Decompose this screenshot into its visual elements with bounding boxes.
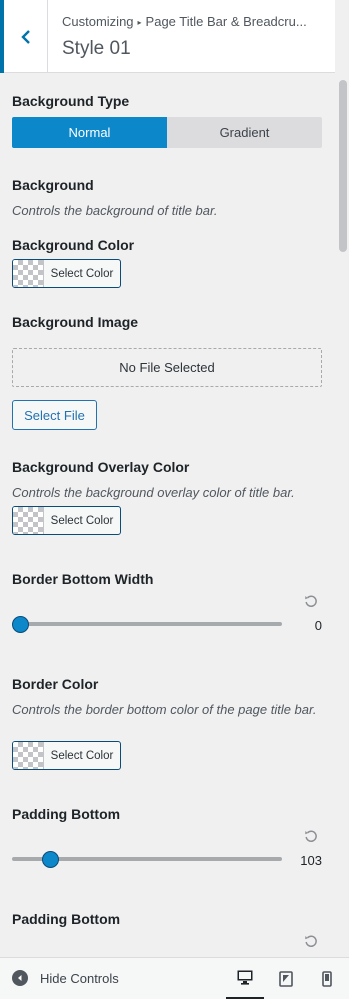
controls-panel: Background Type Normal Gradient Backgrou… — [0, 74, 335, 957]
background-color-picker-button[interactable]: Select Color — [12, 259, 121, 288]
chevron-left-icon — [20, 29, 30, 44]
select-color-label: Select Color — [50, 514, 114, 527]
breadcrumb-section: Page Title Bar & Breadcru... — [145, 14, 307, 29]
desktop-preview-button[interactable] — [226, 958, 264, 999]
tablet-preview-button[interactable] — [267, 958, 305, 999]
reset-icon[interactable] — [304, 934, 318, 948]
mobile-preview-button[interactable] — [308, 958, 346, 999]
overlay-color-picker-button[interactable]: Select Color — [12, 506, 121, 535]
padding-bottom-value[interactable]: 103 — [300, 853, 322, 868]
border-color-label: Border Color — [12, 676, 99, 692]
customizer-header: Customizing ▸ Page Title Bar & Breadcru...… — [0, 0, 335, 73]
border-width-label: Border Bottom Width — [12, 571, 154, 587]
select-color-label: Select Color — [50, 267, 114, 280]
overlay-color-description: Controls the background overlay color of… — [12, 485, 295, 500]
background-description: Controls the background of title bar. — [12, 203, 218, 218]
breadcrumb: Customizing ▸ Page Title Bar & Breadcru... — [62, 14, 330, 29]
select-file-button[interactable]: Select File — [12, 400, 97, 430]
scrollbar-thumb[interactable] — [339, 80, 347, 252]
tablet-icon — [279, 971, 293, 987]
padding-bottom-label: Padding Bottom — [12, 806, 121, 822]
hide-controls-label: Hide Controls — [40, 970, 119, 986]
border-width-value[interactable]: 0 — [315, 618, 322, 633]
border-color-picker-button[interactable]: Select Color — [12, 741, 121, 770]
mobile-icon — [322, 971, 332, 987]
customizer-footer: Hide Controls — [0, 957, 349, 999]
background-label: Background — [12, 177, 94, 193]
background-type-toggle: Normal Gradient — [12, 117, 322, 148]
color-swatch — [13, 742, 44, 769]
desktop-icon — [237, 970, 253, 985]
background-color-label: Background Color — [12, 237, 135, 253]
select-color-label: Select Color — [50, 749, 114, 762]
padding-bottom-slider-thumb[interactable] — [42, 851, 59, 868]
overlay-color-label: Background Overlay Color — [12, 459, 190, 475]
color-swatch — [13, 260, 44, 287]
background-image-dropzone[interactable]: No File Selected — [12, 348, 322, 387]
background-type-normal-option[interactable]: Normal — [12, 117, 167, 148]
border-width-slider-thumb[interactable] — [12, 616, 29, 633]
hide-controls-button[interactable]: Hide Controls — [12, 970, 119, 986]
background-type-label: Background Type — [12, 93, 130, 109]
background-image-label: Background Image — [12, 314, 139, 330]
back-button[interactable] — [0, 0, 48, 73]
color-swatch — [13, 507, 44, 534]
border-width-slider-track[interactable] — [20, 622, 282, 626]
breadcrumb-separator: ▸ — [137, 18, 142, 27]
reset-icon[interactable] — [304, 594, 318, 608]
reset-icon[interactable] — [304, 829, 318, 843]
page-title: Style 01 — [62, 38, 131, 59]
border-color-description: Controls the border bottom color of the … — [12, 702, 317, 717]
padding-bottom-label-2: Padding Bottom — [12, 911, 121, 927]
breadcrumb-root: Customizing — [62, 14, 134, 29]
background-type-gradient-option[interactable]: Gradient — [167, 117, 322, 148]
scrollbar[interactable] — [336, 74, 349, 957]
collapse-icon — [12, 970, 28, 986]
